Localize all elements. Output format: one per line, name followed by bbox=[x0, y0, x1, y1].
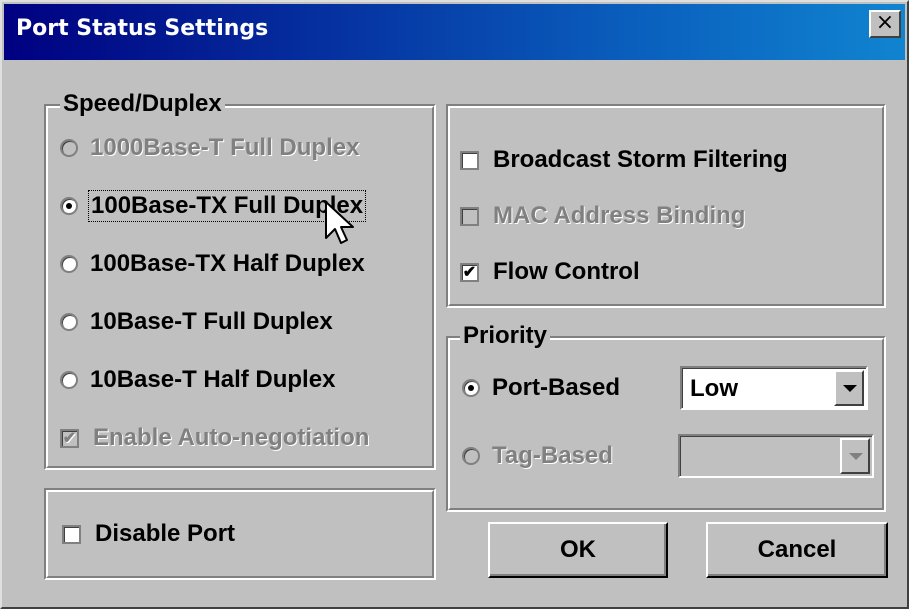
cancel-button-label: Cancel bbox=[757, 536, 837, 563]
options-group: Broadcast Storm Filtering MAC Address Bi… bbox=[446, 104, 886, 308]
port-status-settings-dialog: Port Status Settings × Speed/Duplex 1000… bbox=[0, 0, 909, 609]
radio-tag-based[interactable]: Tag-Based bbox=[462, 438, 613, 474]
checkbox-mac-address-binding[interactable]: MAC Address Binding bbox=[460, 198, 745, 234]
close-icon: × bbox=[875, 10, 895, 35]
radio-label: 100Base-TX Half Duplex bbox=[90, 250, 365, 277]
radio-100base-tx-full[interactable]: 100Base-TX Full Duplex bbox=[60, 188, 367, 224]
radio-indicator bbox=[60, 255, 78, 273]
arrow-cursor-icon bbox=[325, 201, 354, 244]
chevron-down-icon[interactable] bbox=[834, 370, 864, 406]
radio-label: 1000Base-T Full Duplex bbox=[90, 134, 360, 161]
checkbox-label: MAC Address Binding bbox=[493, 202, 746, 229]
checkbox-label: Flow Control bbox=[493, 258, 640, 285]
disable-port-group: Disable Port bbox=[44, 488, 436, 580]
ok-button-label: OK bbox=[560, 536, 596, 563]
radio-port-based[interactable]: Port-Based bbox=[462, 370, 620, 406]
speed-duplex-group: Speed/Duplex 1000Base-T Full Duplex 100B… bbox=[44, 90, 436, 470]
radio-label: Port-Based bbox=[492, 374, 621, 401]
radio-10base-t-half[interactable]: 10Base-T Half Duplex bbox=[60, 362, 335, 398]
speed-duplex-legend: Speed/Duplex bbox=[60, 90, 225, 118]
radio-indicator bbox=[462, 379, 480, 397]
dropdown-value: Low bbox=[690, 375, 738, 402]
checkbox-auto-negotiation[interactable]: ✔ Enable Auto-negotiation bbox=[60, 420, 369, 456]
tag-priority-dropdown[interactable] bbox=[678, 434, 874, 478]
port-priority-dropdown[interactable]: Low bbox=[680, 366, 868, 410]
checkbox-indicator bbox=[460, 206, 479, 226]
radio-label: 10Base-T Half Duplex bbox=[90, 366, 336, 393]
radio-indicator bbox=[462, 447, 480, 465]
checkmark-icon: ✔ bbox=[60, 428, 79, 448]
radio-10base-t-full[interactable]: 10Base-T Full Duplex bbox=[60, 304, 333, 340]
checkbox-flow-control[interactable]: ✔ Flow Control bbox=[460, 254, 640, 290]
radio-indicator bbox=[60, 197, 78, 215]
window-title: Port Status Settings bbox=[16, 16, 269, 41]
checkbox-label: Enable Auto-negotiation bbox=[93, 424, 370, 451]
checkbox-indicator bbox=[62, 524, 81, 544]
checkmark-icon: ✔ bbox=[460, 262, 479, 282]
radio-indicator bbox=[60, 371, 78, 389]
checkbox-label: Broadcast Storm Filtering bbox=[493, 146, 788, 173]
title-bar[interactable]: Port Status Settings × bbox=[4, 4, 905, 60]
priority-group: Priority Port-Based Low Tag-Based bbox=[446, 322, 886, 512]
radio-label: 10Base-T Full Duplex bbox=[90, 308, 333, 335]
cancel-button[interactable]: Cancel bbox=[706, 522, 888, 578]
checkbox-label: Disable Port bbox=[95, 520, 236, 547]
radio-label: 100Base-TX Full Duplex bbox=[87, 190, 367, 222]
radio-1000base-t-full[interactable]: 1000Base-T Full Duplex bbox=[60, 130, 359, 166]
close-button[interactable]: × bbox=[869, 10, 901, 38]
ok-button[interactable]: OK bbox=[488, 522, 668, 578]
checkbox-broadcast-storm-filtering[interactable]: Broadcast Storm Filtering bbox=[460, 142, 788, 178]
radio-indicator bbox=[60, 139, 78, 157]
radio-label: Tag-Based bbox=[492, 442, 613, 469]
checkbox-indicator bbox=[460, 150, 479, 170]
checkbox-disable-port[interactable]: Disable Port bbox=[62, 516, 235, 552]
radio-100base-tx-half[interactable]: 100Base-TX Half Duplex bbox=[60, 246, 365, 282]
chevron-down-icon[interactable] bbox=[840, 438, 870, 474]
radio-indicator bbox=[60, 313, 78, 331]
priority-legend: Priority bbox=[460, 322, 551, 350]
